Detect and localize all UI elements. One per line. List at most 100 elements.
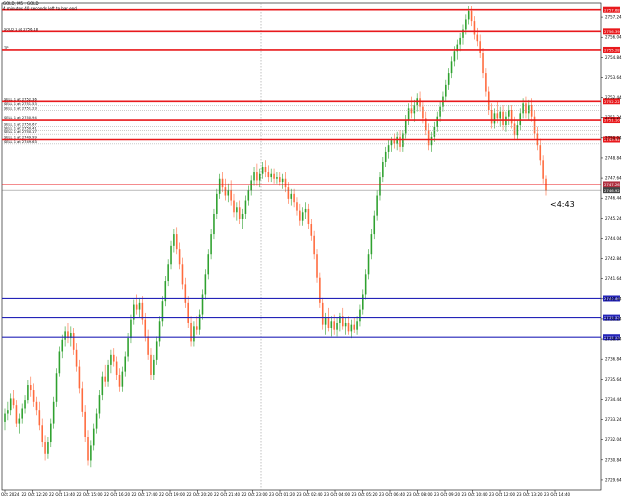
candle-body (316, 254, 318, 278)
candle-body (404, 120, 407, 134)
candle-body (387, 145, 390, 152)
candle-body (539, 145, 542, 161)
candle-body (319, 277, 321, 303)
y-tick-label: 2746.44 (605, 196, 622, 201)
x-tick-label: 22 Oct 23:00 (241, 492, 268, 497)
candle-body (290, 193, 293, 199)
candle-body (327, 317, 330, 329)
y-tick-label: 2740.44 (605, 296, 622, 301)
candle-body (181, 264, 184, 285)
candle-body (213, 213, 215, 235)
candle-body (419, 98, 421, 107)
candle-body (542, 160, 544, 179)
x-tick-label: 23 Oct 09:20 (434, 492, 461, 497)
candle-body (376, 195, 378, 216)
candle-body (18, 418, 21, 424)
y-tick-label: 2753.64 (605, 75, 622, 80)
candle-body (344, 322, 347, 327)
candle-body (256, 172, 258, 181)
candle-body (112, 354, 115, 362)
candle-body (138, 302, 141, 310)
candle-body (27, 385, 29, 401)
chart-canvas[interactable]: 22 Oct 202422 Oct 12:2022 Oct 13:4022 Oc… (0, 0, 625, 500)
candle-body (144, 319, 147, 337)
level-label: SELL 1 at 2751.23 (4, 106, 37, 110)
candle-body (24, 400, 26, 409)
candle-body (310, 224, 313, 236)
level-label: SELL 1 at 2749.63 (4, 140, 37, 144)
candle-body (158, 321, 161, 342)
candle-body (407, 108, 410, 121)
candle-body (150, 354, 152, 375)
candle-body (4, 413, 6, 422)
candle-body (104, 376, 106, 382)
y-tick-label: 2745.24 (605, 216, 622, 221)
candle-body (467, 11, 470, 20)
candle-body (284, 178, 287, 188)
candle-body (92, 428, 95, 446)
candle-body (12, 398, 15, 406)
candle-body (427, 130, 430, 146)
y-tick-label: 2733.24 (605, 417, 622, 422)
candle-body (124, 356, 127, 372)
candle-body (307, 208, 310, 225)
candle-body (459, 37, 461, 45)
candle-body (173, 234, 175, 246)
candle-body (258, 173, 261, 181)
candle-body (493, 113, 496, 124)
candle-body (201, 294, 204, 315)
x-tick-label: 22 Oct 21:40 (214, 492, 241, 497)
candle-body (499, 111, 501, 119)
candle-body (247, 190, 250, 201)
x-tick-label: 23 Oct 14:40 (544, 492, 571, 497)
price-chart[interactable]: 22 Oct 202422 Oct 12:2022 Oct 13:4022 Oc… (0, 0, 625, 500)
candle-body (78, 366, 81, 389)
candle-body (230, 190, 232, 201)
candle-body (216, 193, 218, 214)
candle-body (90, 445, 92, 461)
candle-body (227, 190, 230, 196)
candle-body (135, 304, 138, 310)
candle-body (304, 208, 307, 213)
candle-body (453, 51, 456, 62)
candle-body (356, 321, 358, 330)
candle-body (359, 309, 361, 322)
candle-body (299, 210, 301, 221)
y-tick-label: 2751.24 (605, 115, 622, 120)
candle-body (218, 178, 221, 194)
candle-body (279, 177, 281, 183)
candle-body (465, 19, 467, 30)
candle-body (95, 413, 98, 429)
candle-body (101, 376, 104, 396)
candle-body (525, 103, 527, 114)
price-tag-label: 2757.68 (604, 7, 620, 12)
x-tick-label: 23 Oct 02:40 (296, 492, 323, 497)
x-tick-label: 22 Oct 17:40 (131, 492, 158, 497)
candle-body (333, 321, 335, 330)
candle-body (193, 326, 195, 342)
y-tick-label: 2730.84 (605, 457, 622, 462)
candle-body (178, 249, 181, 265)
level-label: SOLD 1 at 2756.18 (4, 27, 39, 31)
y-tick-label: 2744.04 (605, 236, 622, 241)
bar-timer-label: 4 minutes 40 seconds left to bar end (3, 6, 77, 11)
candle-body (422, 106, 424, 119)
candle-body (508, 109, 510, 117)
x-tick-label: 23 Oct 12:00 (489, 492, 516, 497)
level-label: SELL 1 at 2750.17 (4, 130, 37, 134)
candle-body (533, 116, 536, 134)
candle-body (238, 207, 241, 219)
candle-body (32, 390, 35, 402)
candle-body (81, 388, 84, 412)
x-tick-label: 23 Oct 01:20 (269, 492, 296, 497)
candle-body (264, 167, 267, 173)
candle-body (72, 333, 75, 350)
candle-body (250, 180, 252, 191)
candle-body (29, 385, 32, 391)
price-tag-label: 2755.28 (604, 48, 620, 53)
candle-body (35, 401, 38, 411)
candle-body (350, 324, 353, 332)
candle-body (390, 140, 393, 146)
candle-body (287, 187, 290, 199)
candle-body (482, 52, 484, 74)
